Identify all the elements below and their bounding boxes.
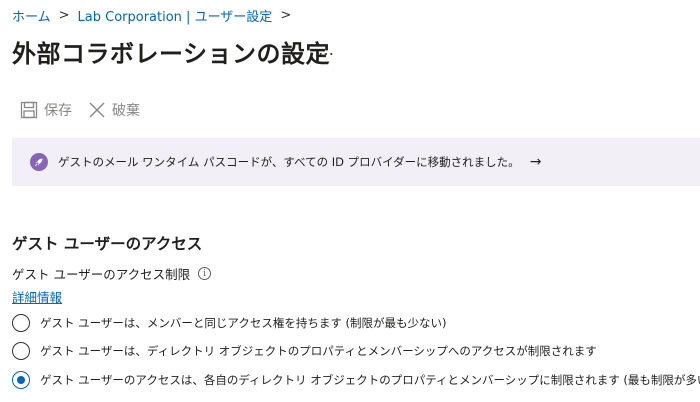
breadcrumb-separator: > xyxy=(280,8,292,23)
page-title: 外部コラボレーションの設定 xyxy=(12,40,331,68)
radio-option-label: ゲスト ユーザーは、メンバーと同じアクセス権を持ちます (制限が最も少ない) xyxy=(40,316,447,330)
guest-access-heading: ゲスト ユーザーのアクセス xyxy=(12,235,203,253)
radio-option-label: ゲスト ユーザーは、ディレクトリ オブジェクトのプロパティとメンバーシップへのア… xyxy=(40,344,597,358)
breadcrumb-user-settings-link[interactable]: Lab Corporation | ユーザー設定 xyxy=(78,6,273,25)
radio-button-selected[interactable] xyxy=(12,371,30,389)
rocket-icon xyxy=(30,153,48,171)
save-button[interactable]: 保存 xyxy=(20,100,72,120)
save-icon xyxy=(20,101,38,119)
arrow-right-icon[interactable]: → xyxy=(530,154,542,170)
breadcrumb: ホーム > Lab Corporation | ユーザー設定 > xyxy=(12,6,299,25)
close-icon xyxy=(89,102,105,118)
discard-button-label: 破棄 xyxy=(112,103,140,119)
radio-button[interactable] xyxy=(12,342,30,360)
radio-button[interactable] xyxy=(12,314,30,332)
breadcrumb-home-link[interactable]: ホーム xyxy=(12,6,51,25)
info-icon[interactable]: i xyxy=(198,267,212,280)
save-button-label: 保存 xyxy=(44,103,72,119)
discard-button[interactable]: 破棄 xyxy=(88,100,140,120)
learn-more-link[interactable]: 詳細情報 xyxy=(12,287,62,306)
radio-option-limited-access[interactable]: ゲスト ユーザーは、ディレクトリ オブジェクトのプロパティとメンバーシップへのア… xyxy=(12,342,597,360)
radio-option-label: ゲスト ユーザーのアクセスは、各自のディレクトリ オブジェクトのプロパティとメン… xyxy=(40,373,700,387)
info-banner[interactable]: ゲストのメール ワンタイム パスコードが、すべての ID プロバイダーに移動され… xyxy=(12,138,700,186)
guest-access-restriction-label: ゲスト ユーザーのアクセス制限 i xyxy=(12,264,212,283)
restriction-label-text: ゲスト ユーザーのアクセス制限 xyxy=(12,267,191,282)
radio-option-same-access[interactable]: ゲスト ユーザーは、メンバーと同じアクセス権を持ちます (制限が最も少ない) xyxy=(12,314,446,332)
radio-option-most-restrictive[interactable]: ゲスト ユーザーのアクセスは、各自のディレクトリ オブジェクトのプロパティとメン… xyxy=(12,371,700,389)
more-options-button[interactable]: … xyxy=(318,40,336,59)
command-bar: 保存 破棄 xyxy=(20,100,140,120)
breadcrumb-separator: > xyxy=(58,8,70,23)
banner-message: ゲストのメール ワンタイム パスコードが、すべての ID プロバイダーに移動され… xyxy=(58,155,520,169)
